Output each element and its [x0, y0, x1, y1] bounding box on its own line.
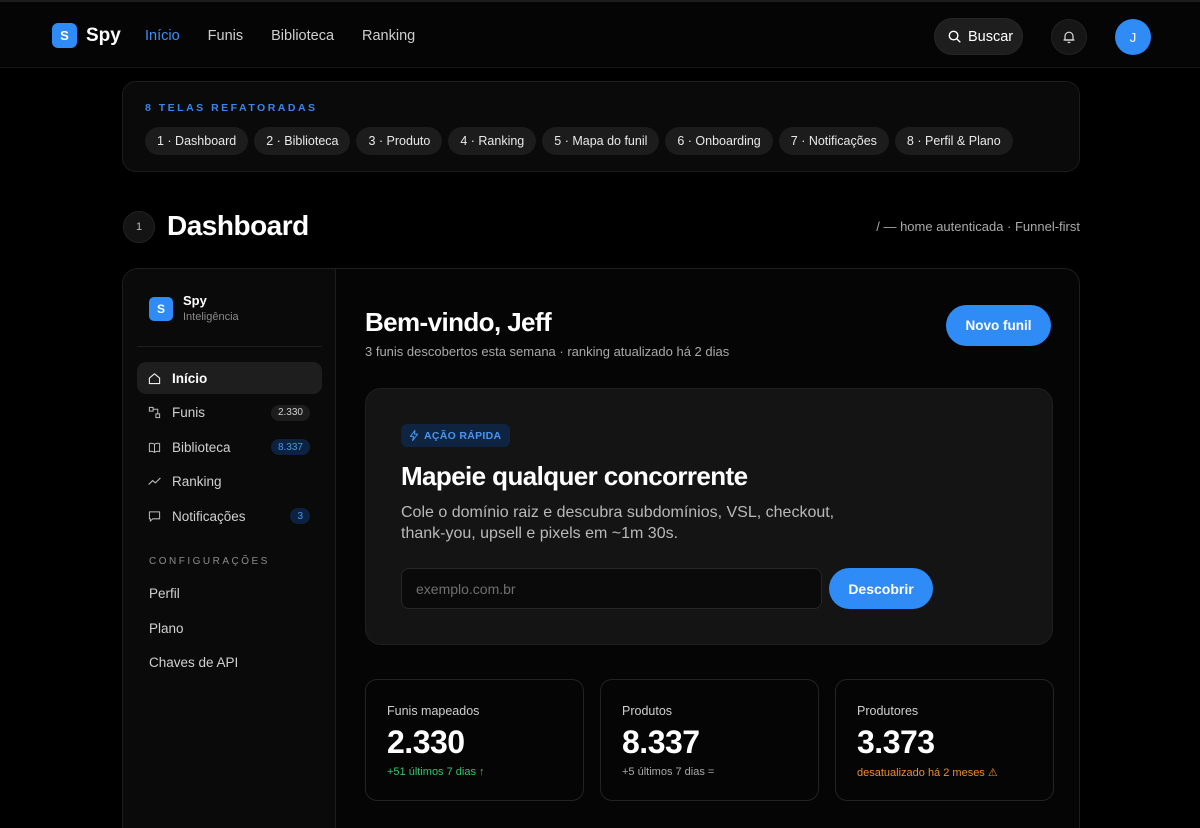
funnel-icon — [148, 406, 162, 420]
stat-card-produtos: Produtos 8.337 +5 últimos 7 dias = — [600, 679, 819, 801]
stat-value: 3.373 — [857, 724, 935, 760]
domain-input[interactable] — [401, 568, 822, 609]
sidebar-item-funis[interactable]: Funis 2.330 — [137, 397, 322, 429]
stat-label: Produtos — [622, 704, 673, 718]
welcome-subtitle: 3 funis descobertos esta semana · rankin… — [365, 344, 730, 359]
new-funnel-button[interactable]: Novo funil — [946, 305, 1051, 346]
dashboard-frame: S Spy Inteligência Início Funis 2.330 Bi… — [122, 268, 1080, 828]
home-icon — [148, 371, 162, 385]
sidebar-item-notificacoes[interactable]: Notificações 3 — [137, 500, 322, 532]
quick-action-badge: AÇÃO RÁPIDA — [401, 424, 511, 447]
sidebar-brand-name: Spy — [183, 293, 207, 308]
sidebar-item-plano[interactable]: Plano — [149, 621, 238, 656]
quick-action-title: Mapeie qualquer concorrente — [401, 461, 748, 491]
sidebar-divider — [137, 346, 322, 347]
quick-action-card: AÇÃO RÁPIDA Mapeie qualquer concorrente … — [365, 388, 1053, 645]
sidebar-item-inicio[interactable]: Início — [137, 362, 322, 394]
nav-link-inicio[interactable]: Início — [145, 28, 180, 44]
sidebar: S Spy Inteligência Início Funis 2.330 Bi… — [123, 269, 336, 828]
section-subtitle: / — home autenticada · Funnel-first — [876, 219, 1080, 234]
section-title: Dashboard — [167, 210, 309, 241]
screen-chip-perfil-plano[interactable]: 8 · Perfil & Plano — [894, 127, 1013, 155]
screen-chip-dashboard[interactable]: 1 · Dashboard — [145, 127, 249, 155]
search-icon — [948, 30, 961, 43]
logo-icon: S — [52, 23, 77, 48]
nav-link-funis[interactable]: Funis — [208, 28, 243, 44]
stats-row: Funis mapeados 2.330 +51 últimos 7 dias … — [365, 679, 1070, 801]
funis-count-badge: 2.330 — [270, 404, 310, 421]
screens-chips: 1 · Dashboard 2 · Biblioteca 3 · Produto… — [145, 127, 1019, 155]
search-button[interactable]: Buscar — [934, 18, 1023, 55]
screen-chip-notificacoes[interactable]: 7 · Notificações — [778, 127, 889, 155]
stat-card-produtores: Produtores 3.373 desatualizado há 2 mese… — [835, 679, 1054, 801]
notifications-count-badge: 3 — [290, 508, 310, 524]
avatar[interactable]: J — [1115, 19, 1151, 55]
sidebar-item-label: Biblioteca — [172, 439, 231, 455]
stat-card-funis: Funis mapeados 2.330 +51 últimos 7 dias … — [365, 679, 584, 801]
search-label: Buscar — [968, 28, 1014, 45]
sidebar-brand-subtitle: Inteligência — [183, 311, 239, 323]
biblioteca-count-badge: 8.337 — [270, 439, 310, 455]
screens-title: 8 TELAS REFATORADAS — [145, 102, 318, 114]
top-nav: S Spy Início Funis Biblioteca Ranking Bu… — [0, 0, 1200, 68]
sidebar-logo-icon: S — [149, 297, 173, 321]
notifications-button[interactable] — [1051, 19, 1087, 55]
brand[interactable]: S Spy — [52, 23, 121, 48]
sidebar-item-chaves-api[interactable]: Chaves de API — [149, 655, 238, 690]
config-nav: Perfil Plano Chaves de API — [149, 586, 238, 690]
sidebar-item-label: Ranking — [172, 474, 222, 489]
nav-links: Início Funis Biblioteca Ranking — [145, 28, 443, 44]
nav-link-ranking[interactable]: Ranking — [362, 28, 415, 44]
config-section-title: CONFIGURAÇÕES — [149, 556, 270, 567]
stat-delta: +5 últimos 7 dias = — [622, 766, 715, 778]
section-number-badge: 1 — [123, 211, 155, 243]
sidebar-item-biblioteca[interactable]: Biblioteca 8.337 — [137, 431, 322, 463]
sidebar-item-label: Notificações — [172, 508, 246, 524]
trend-icon — [148, 475, 162, 489]
screen-chip-biblioteca[interactable]: 2 · Biblioteca — [254, 127, 351, 155]
main-content: Bem-vindo, Jeff 3 funis descobertos esta… — [337, 269, 1079, 828]
sidebar-item-perfil[interactable]: Perfil — [149, 586, 238, 621]
nav-link-biblioteca[interactable]: Biblioteca — [271, 28, 334, 44]
stat-delta: +51 últimos 7 dias ↑ — [387, 766, 485, 778]
lightning-icon — [409, 430, 419, 441]
discover-button[interactable]: Descobrir — [829, 568, 933, 609]
message-icon — [148, 509, 162, 523]
stat-value: 2.330 — [387, 724, 465, 760]
stat-label: Produtores — [857, 704, 919, 718]
sidebar-item-label: Início — [172, 370, 208, 386]
screen-chip-ranking[interactable]: 4 · Ranking — [448, 127, 537, 155]
sidebar-item-label: Funis — [172, 405, 206, 420]
screen-chip-onboarding[interactable]: 6 · Onboarding — [665, 127, 773, 155]
stat-value: 8.337 — [622, 724, 700, 760]
bell-icon — [1063, 31, 1075, 44]
brand-name: Spy — [86, 24, 121, 46]
quick-action-description: Cole o domínio raiz e descubra subdomíni… — [401, 504, 835, 542]
sidebar-item-ranking[interactable]: Ranking — [137, 466, 322, 498]
sidebar-nav: Início Funis 2.330 Biblioteca 8.337 Rank… — [137, 362, 322, 535]
sidebar-brand[interactable]: S Spy Inteligência — [149, 293, 239, 323]
screens-panel: 8 TELAS REFATORADAS 1 · Dashboard 2 · Bi… — [122, 81, 1080, 172]
screen-chip-mapa-do-funil[interactable]: 5 · Mapa do funil — [542, 127, 660, 155]
welcome-title: Bem-vindo, Jeff — [365, 307, 552, 337]
stat-delta: desatualizado há 2 meses ⚠ — [857, 767, 998, 779]
quick-action-badge-label: AÇÃO RÁPIDA — [424, 429, 502, 442]
screen-chip-produto[interactable]: 3 · Produto — [356, 127, 443, 155]
stat-label: Funis mapeados — [387, 704, 480, 718]
book-icon — [148, 440, 162, 454]
